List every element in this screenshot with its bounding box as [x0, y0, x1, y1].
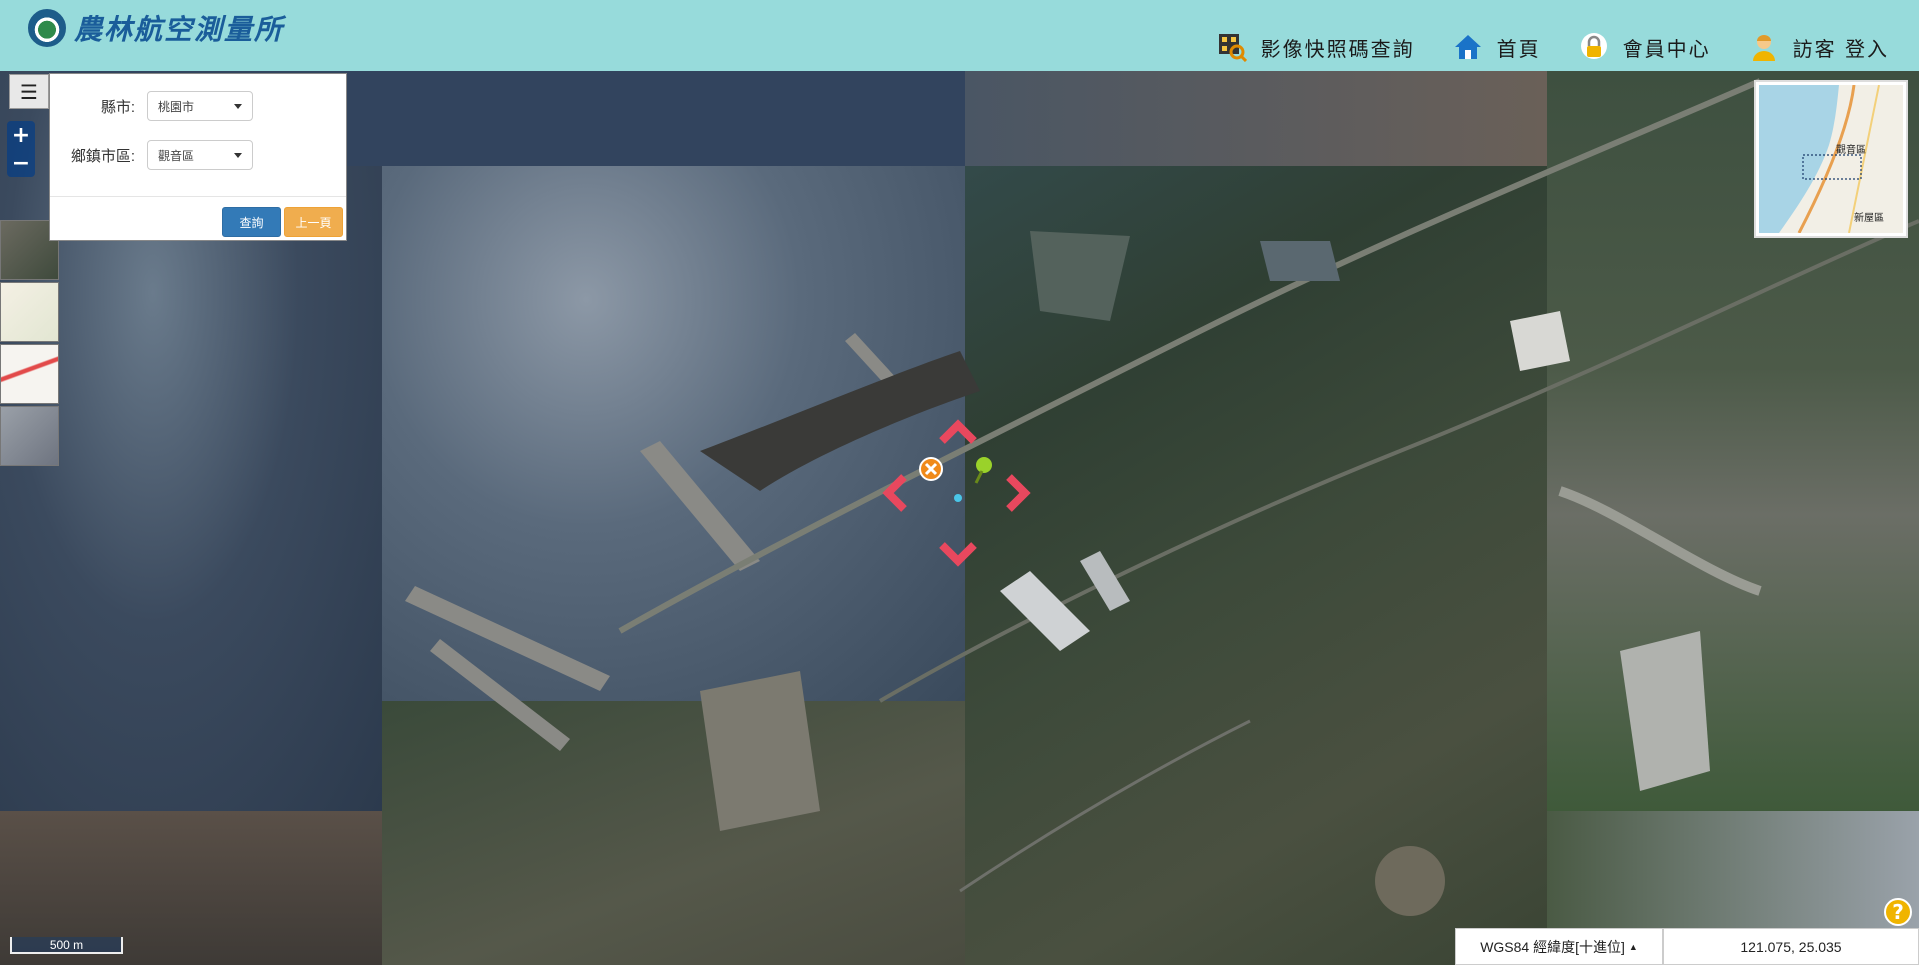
close-marker-icon[interactable] [918, 456, 944, 482]
help-button[interactable]: ? [1884, 898, 1912, 926]
site-title: 農林航空測量所 [74, 13, 285, 46]
agency-emblem-icon [28, 9, 66, 47]
overview-label-xinwu: 新屋區 [1854, 213, 1884, 224]
home-icon [1454, 35, 1481, 59]
zoom-in-button[interactable]: + [7, 121, 35, 149]
nav-home[interactable]: 首頁 [1453, 32, 1541, 62]
county-select-value: 桃園市 [158, 99, 195, 114]
township-select-value: 觀音區 [158, 148, 195, 163]
chevron-down-icon [234, 152, 242, 158]
projection-label: WGS84 經緯度[十進位] [1480, 938, 1625, 955]
site-logo[interactable]: 農林航空測量所 [28, 8, 284, 48]
basemap-thumbnails [0, 220, 60, 468]
pan-up-arrow-icon[interactable] [938, 419, 978, 445]
previous-page-button[interactable]: 上一頁 [284, 207, 343, 237]
layer-menu-button[interactable]: ☰ [9, 74, 49, 109]
chevron-down-icon [234, 103, 242, 109]
pan-right-arrow-icon[interactable] [1005, 473, 1031, 513]
pan-left-arrow-icon[interactable] [882, 473, 908, 513]
overview-label-guanyin: 觀音區 [1836, 145, 1866, 156]
area-query-panel: 縣市: 桃園市 鄉鎮市區: 觀音區 查詢 上一頁 [49, 73, 347, 241]
nav-label: 會員中心 [1622, 36, 1711, 61]
zoom-out-button[interactable]: − [7, 149, 35, 177]
nav-label: 首頁 [1496, 36, 1541, 61]
nav-label: 影像快照碼查詢 [1260, 36, 1415, 61]
header-bar: 農林航空測量所 影像快照碼查詢 首頁 會員中心 訪客 登入 [0, 0, 1919, 71]
basemap-thumb-street[interactable] [0, 282, 59, 342]
projection-select[interactable]: WGS84 經緯度[十進位] ▲ [1455, 928, 1663, 965]
qr-search-icon [1218, 34, 1247, 62]
panel-divider [50, 196, 346, 197]
township-select[interactable]: 觀音區 [147, 140, 253, 170]
lock-icon [1580, 33, 1607, 59]
nav-guest-login[interactable]: 訪客 登入 [1749, 32, 1889, 62]
basemap-thumb-road[interactable] [0, 344, 59, 404]
overview-map[interactable]: 觀音區 新屋區 [1754, 80, 1908, 238]
pan-down-arrow-icon[interactable] [938, 541, 978, 567]
township-label: 鄉鎮市區: [70, 147, 135, 165]
coordinate-readout: 121.075, 25.035 [1663, 928, 1919, 965]
pushpin-icon[interactable] [970, 455, 996, 485]
location-dot-icon [954, 494, 962, 502]
caret-up-icon: ▲ [1628, 941, 1638, 952]
zoom-control: + − [7, 121, 35, 177]
nav-snapshot-search[interactable]: 影像快照碼查詢 [1217, 32, 1415, 62]
basemap-thumb-gray[interactable] [0, 406, 59, 466]
county-label: 縣市: [100, 98, 135, 116]
scale-bar: 500 m [10, 937, 123, 954]
user-icon [1752, 35, 1775, 61]
top-nav: 影像快照碼查詢 首頁 會員中心 訪客 登入 [1179, 32, 1889, 62]
nav-label: 訪客 登入 [1792, 36, 1889, 61]
nav-member-center[interactable]: 會員中心 [1579, 32, 1711, 62]
query-button[interactable]: 查詢 [222, 207, 281, 237]
county-select[interactable]: 桃園市 [147, 91, 253, 121]
